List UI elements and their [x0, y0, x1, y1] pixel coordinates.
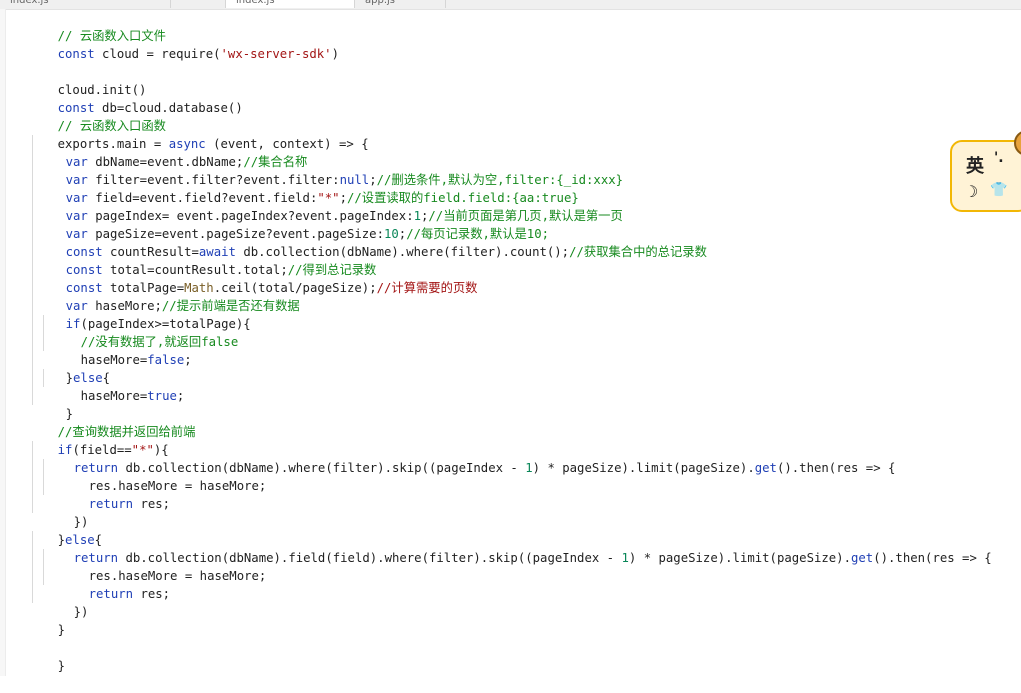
- code-keyword: const: [57, 47, 95, 61]
- code-comment: //获取集合中的总记录数: [569, 245, 707, 259]
- code-line[interactable]: res.haseMore = haseMore;: [59, 549, 267, 583]
- code-line[interactable]: }): [44, 495, 89, 529]
- code-text: cloud = require(: [94, 47, 221, 61]
- code-line[interactable]: const countResult=await db.collection(db…: [36, 225, 707, 259]
- code-line[interactable]: // 云函数入口函数: [28, 99, 166, 133]
- code-line[interactable]: return db.collection(dbName).field(field…: [44, 531, 992, 565]
- code-string: 'wx-server-sdk': [220, 47, 332, 61]
- indent-guide: [32, 135, 33, 405]
- code-keyword: false: [147, 353, 185, 367]
- code-line[interactable]: var pageSize=event.pageSize?event.pageSi…: [36, 207, 549, 241]
- code-line[interactable]: return db.collection(dbName).where(filte…: [44, 441, 896, 475]
- code-line[interactable]: return res;: [59, 477, 170, 511]
- code-text: res;: [133, 497, 171, 511]
- code-line[interactable]: if(field=="*"){: [28, 423, 169, 457]
- code-text: ) * pageSize).limit(pageSize).: [628, 551, 851, 565]
- code-line[interactable]: var haseMore;//提示前端是否还有数据: [36, 279, 300, 313]
- code-text: }): [73, 605, 89, 619]
- code-line[interactable]: haseMore=true;: [51, 369, 185, 403]
- code-line[interactable]: // 云函数入口文件: [28, 9, 166, 43]
- code-keyword: true: [147, 389, 177, 403]
- code-comment: //计算需要的页数: [376, 281, 478, 295]
- code-keyword: get: [754, 461, 777, 475]
- code-text: res;: [133, 587, 171, 601]
- tab-file-3[interactable]: app.js: [355, 0, 446, 8]
- code-line[interactable]: res.haseMore = haseMore;: [59, 459, 267, 493]
- code-line[interactable]: const totalPage=Math.ceil(total/pageSize…: [36, 261, 478, 295]
- code-text: haseMore=: [80, 389, 148, 403]
- code-line[interactable]: exports.main = async (event, context) =>…: [28, 117, 369, 151]
- code-number: 1: [525, 461, 533, 475]
- code-editor[interactable]: // 云函数入口文件 const cloud = require('wx-ser…: [0, 9, 1021, 676]
- code-line[interactable]: cloud.init(): [28, 63, 147, 97]
- code-text: ().then(res => {: [873, 551, 992, 565]
- code-line[interactable]: haseMore=false;: [51, 333, 192, 367]
- code-keyword: return: [88, 587, 134, 601]
- tab-file-1[interactable]: index.js: [0, 0, 171, 8]
- code-line[interactable]: var dbName=event.dbName;//集合名称: [36, 135, 308, 169]
- code-line[interactable]: //查询数据并返回给前端: [28, 405, 196, 439]
- ime-punctuation-toggle[interactable]: '.: [994, 150, 1004, 166]
- code-line[interactable]: var filter=event.filter?event.filter:nul…: [36, 153, 623, 187]
- code-text: ) * pageSize).limit(pageSize).: [532, 461, 755, 475]
- code-text: ().then(res => {: [776, 461, 896, 475]
- code-line[interactable]: var field=event.field?event.field:"*";//…: [36, 171, 579, 205]
- code-line[interactable]: }: [28, 603, 65, 637]
- code-line[interactable]: }: [36, 387, 73, 421]
- code-line[interactable]: var pageIndex= event.pageIndex?event.pag…: [36, 189, 623, 223]
- code-text: }: [57, 659, 66, 673]
- tab-file-active[interactable]: index.js: [225, 0, 355, 8]
- code-line[interactable]: }): [44, 585, 89, 619]
- code-text: ;: [176, 389, 185, 403]
- code-line[interactable]: const total=countResult.total;//得到总记录数: [36, 243, 377, 277]
- skin-shirt-icon[interactable]: 👕: [990, 182, 1007, 198]
- code-keyword: get: [851, 551, 874, 565]
- ime-toolbar[interactable]: 英 '. ☽ 👕: [950, 130, 1021, 212]
- code-line[interactable]: const db=cloud.database(): [28, 81, 243, 115]
- moon-icon[interactable]: ☽: [964, 182, 978, 201]
- code-text: ): [331, 47, 339, 61]
- code-text: ;: [184, 353, 192, 367]
- code-keyword: return: [88, 497, 134, 511]
- code-number: 1: [621, 551, 629, 565]
- code-line[interactable]: //没有数据了,就返回false: [51, 315, 239, 349]
- code-line[interactable]: }else{: [28, 513, 102, 547]
- code-line[interactable]: return res;: [59, 567, 170, 601]
- code-line[interactable]: const cloud = require('wx-server-sdk'): [28, 27, 339, 61]
- code-line[interactable]: }: [28, 639, 65, 673]
- code-line[interactable]: if(pageIndex>=totalPage){: [36, 297, 251, 331]
- code-line[interactable]: }else{: [36, 351, 110, 385]
- code-text: }: [57, 623, 66, 637]
- ime-language-toggle[interactable]: 英: [966, 152, 984, 178]
